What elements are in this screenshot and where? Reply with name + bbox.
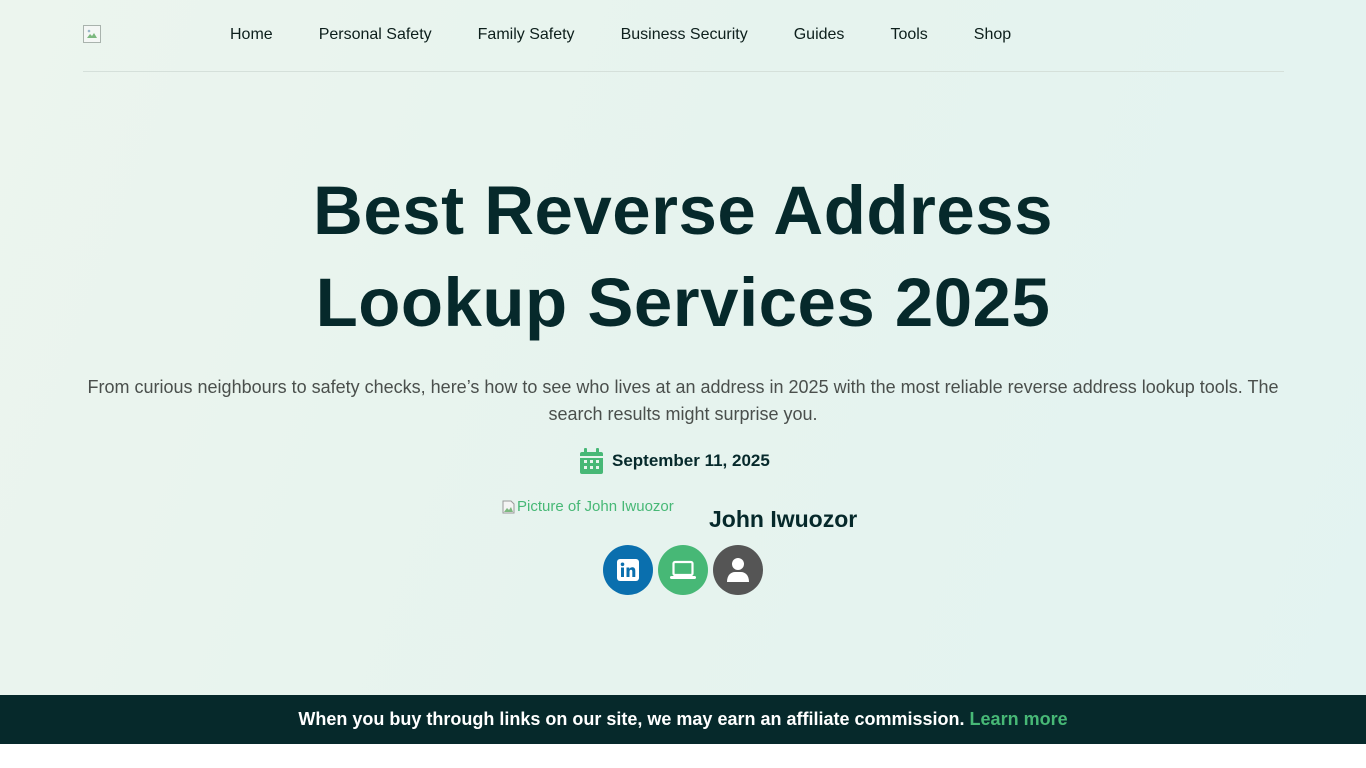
user-icon — [727, 558, 749, 582]
website-button[interactable] — [658, 545, 708, 595]
author-name[interactable]: John Iwuozor — [709, 506, 857, 533]
site-header: Home Personal Safety Family Safety Busin… — [83, 0, 1284, 72]
laptop-icon — [670, 560, 696, 579]
calendar-icon — [580, 448, 603, 474]
broken-image-icon — [502, 500, 515, 513]
linkedin-icon — [617, 559, 639, 581]
main-nav: Home Personal Safety Family Safety Busin… — [230, 25, 1057, 45]
page-title-line-2: Lookup Services 2025 — [315, 264, 1051, 341]
nav-home[interactable]: Home — [230, 25, 273, 45]
learn-more-link[interactable]: Learn more — [970, 709, 1068, 729]
author-avatar-alt: Picture of John Iwuozor — [517, 498, 674, 515]
author-avatar: Picture of John Iwuozor — [502, 498, 674, 515]
page-title: Best Reverse Address Lookup Services 202… — [183, 165, 1183, 349]
publish-date-text: September 11, 2025 — [612, 451, 770, 470]
site-logo[interactable] — [83, 25, 101, 43]
nav-business-security[interactable]: Business Security — [621, 25, 748, 45]
nav-family-safety[interactable]: Family Safety — [478, 25, 575, 45]
affiliate-disclosure-text: When you buy through links on our site, … — [298, 709, 965, 729]
publish-date: September 11, 2025 — [580, 447, 770, 475]
article-subtitle: From curious neighbours to safety checks… — [87, 377, 1279, 424]
broken-image-icon — [87, 29, 97, 38]
hero-section: Home Personal Safety Family Safety Busin… — [0, 0, 1366, 695]
nav-shop[interactable]: Shop — [974, 25, 1011, 45]
nav-guides[interactable]: Guides — [794, 25, 845, 45]
nav-personal-safety[interactable]: Personal Safety — [319, 25, 432, 45]
affiliate-disclosure-bar: When you buy through links on our site, … — [0, 695, 1366, 744]
author-social-links — [603, 545, 768, 595]
nav-tools[interactable]: Tools — [890, 25, 927, 45]
page-title-line-1: Best Reverse Address — [313, 172, 1053, 249]
linkedin-button[interactable] — [603, 545, 653, 595]
profile-button[interactable] — [713, 545, 763, 595]
